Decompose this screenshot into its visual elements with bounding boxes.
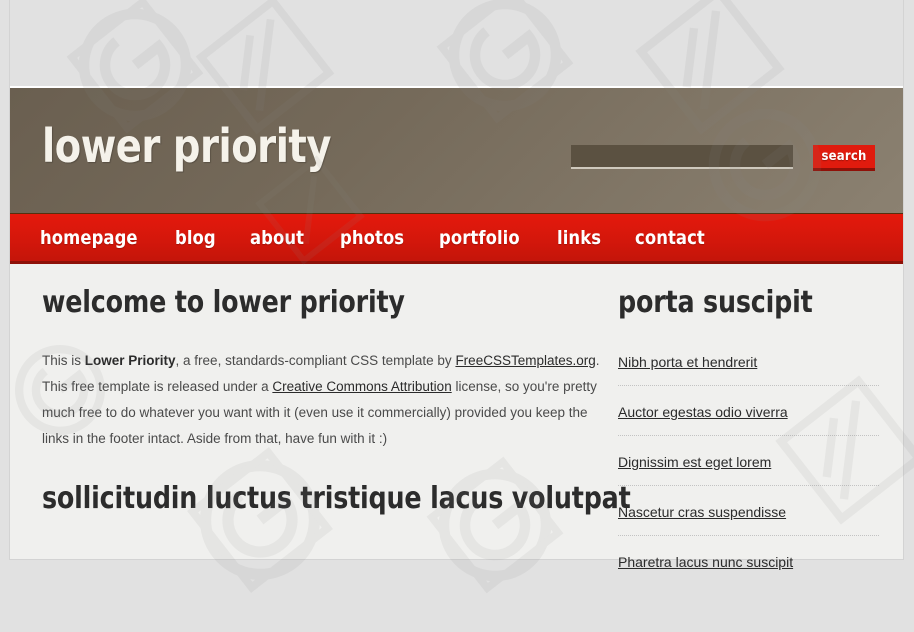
sidebar-link-1[interactable]: Auctor egestas odio viverra (618, 404, 788, 420)
intro-strong: Lower Priority (84, 353, 176, 368)
main-column: welcome to lower priority This is Lower … (10, 285, 631, 603)
list-item: Auctor egestas odio viverra (618, 404, 879, 436)
list-item: Dignissim est eget lorem (618, 454, 879, 486)
sidebar-link-3[interactable]: Nascetur cras suspendisse (618, 504, 786, 520)
secondary-heading: sollicitudin luctus tristique lacus volu… (42, 481, 631, 516)
creative-commons-link[interactable]: Creative Commons Attribution (272, 379, 451, 394)
nav-item-homepage[interactable]: homepage (40, 227, 138, 249)
sidebar-link-list: Nibh porta et hendrerit Auctor egestas o… (618, 354, 879, 585)
freecsstemplates-link[interactable]: FreeCSSTemplates.org (455, 353, 595, 368)
sidebar-link-0[interactable]: Nibh porta et hendrerit (618, 354, 757, 370)
search-input[interactable] (571, 145, 793, 169)
site-title: lower priority (42, 119, 331, 173)
site-header: lower priority search (10, 88, 903, 214)
top-spacer (10, 0, 903, 88)
page-container: lower priority search homepage blog abou… (10, 0, 903, 570)
nav-item-photos[interactable]: photos (340, 227, 404, 249)
sidebar-link-2[interactable]: Dignissim est eget lorem (618, 454, 771, 470)
nav-item-about[interactable]: about (250, 227, 304, 249)
nav-item-links[interactable]: links (557, 227, 601, 249)
sidebar-heading: porta suscipit (618, 285, 813, 320)
content-columns: welcome to lower priority This is Lower … (10, 264, 903, 603)
nav-item-blog[interactable]: blog (175, 227, 216, 249)
intro-text-1: This is (42, 353, 85, 368)
intro-paragraph: This is Lower Priority, a free, standard… (42, 348, 602, 452)
intro-text-2: , a free, standards-compliant CSS templa… (175, 353, 456, 368)
nav-item-portfolio[interactable]: portfolio (439, 227, 520, 249)
list-item: Nibh porta et hendrerit (618, 354, 879, 386)
nav-item-contact[interactable]: contact (635, 227, 705, 249)
page-title: welcome to lower priority (42, 285, 405, 320)
search-form: search (571, 145, 875, 171)
sidebar: porta suscipit Nibh porta et hendrerit A… (610, 286, 903, 603)
list-item: Nascetur cras suspendisse (618, 504, 879, 536)
sidebar-link-4[interactable]: Pharetra lacus nunc suscipit (618, 554, 793, 570)
search-button[interactable]: search (813, 145, 875, 171)
main-navigation: homepage blog about photos portfolio lin… (10, 214, 903, 264)
